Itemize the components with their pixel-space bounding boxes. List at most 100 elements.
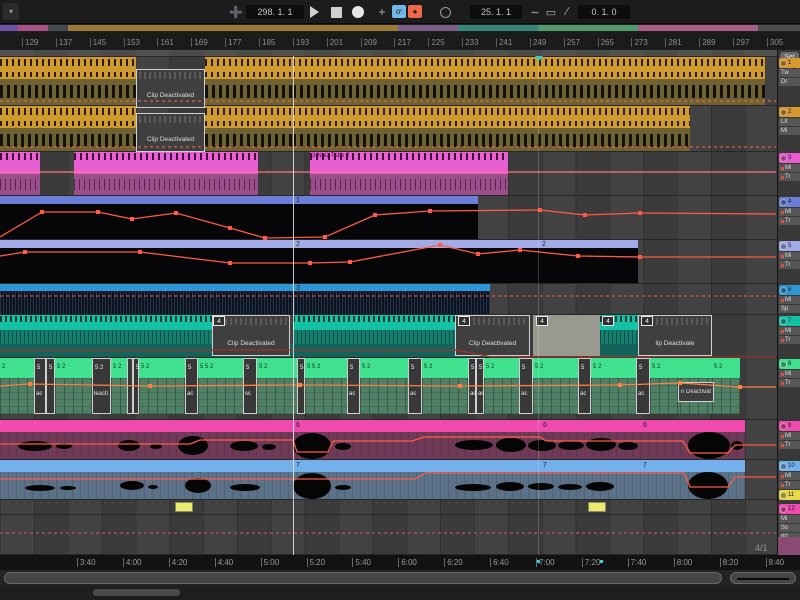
automation-lane-selector[interactable]: Tr: [779, 441, 800, 449]
add-locator-icon[interactable]: +: [376, 4, 388, 20]
clip[interactable]: 5 2: [650, 358, 680, 414]
clip[interactable]: [0, 291, 490, 315]
clip[interactable]: [0, 472, 745, 500]
track-header[interactable]: 2: [779, 107, 800, 117]
track-fold-icon[interactable]: [780, 318, 787, 325]
draw-mode-icon[interactable]: ∼: [528, 4, 542, 20]
clip[interactable]: [293, 106, 690, 128]
deactivated-clip[interactable]: n Deactivat: [678, 382, 714, 402]
loop-start-display[interactable]: 25. 1. 1: [470, 5, 522, 19]
clip[interactable]: [0, 420, 540, 432]
clip[interactable]: 5 2: [111, 358, 127, 414]
clip[interactable]: 5ac: [185, 358, 198, 414]
automation-lane-selector[interactable]: Tr: [779, 379, 800, 387]
clip[interactable]: 5 2: [139, 358, 185, 414]
clip[interactable]: 5: [297, 358, 305, 414]
clip[interactable]: [0, 79, 136, 106]
clip[interactable]: [0, 460, 540, 472]
clip[interactable]: [0, 284, 490, 291]
automation-lane-selector[interactable]: Tw: [779, 69, 800, 77]
track-header[interactable]: 4: [779, 197, 800, 207]
clip[interactable]: [0, 330, 212, 344]
automation-lane-selector[interactable]: Mi: [779, 127, 800, 135]
track-header[interactable]: 9: [779, 421, 800, 431]
automation-lane-selector[interactable]: Tr: [779, 173, 800, 181]
track-header[interactable]: 10: [779, 461, 800, 471]
clip[interactable]: [205, 57, 293, 79]
clip[interactable]: 5 2: [55, 358, 92, 414]
clip[interactable]: [0, 315, 212, 330]
play-button[interactable]: [306, 4, 322, 20]
arrangement-position-display[interactable]: 298. 1. 1: [246, 5, 304, 19]
track-header[interactable]: 11: [779, 490, 800, 500]
track-fold-icon[interactable]: [780, 492, 787, 499]
clip[interactable]: [310, 174, 508, 196]
clip[interactable]: 5ac: [347, 358, 360, 414]
mini-scrollbar[interactable]: [93, 589, 180, 596]
track-header[interactable]: 12: [779, 504, 800, 514]
clip[interactable]: [0, 152, 40, 174]
clip[interactable]: [540, 420, 640, 432]
clip[interactable]: [205, 128, 293, 152]
track-header[interactable]: 3: [779, 153, 800, 163]
track-fold-icon[interactable]: [780, 361, 787, 368]
automation-lane-selector[interactable]: Mi: [779, 296, 800, 304]
deactivated-clip[interactable]: Clip Deactivated: [136, 113, 205, 152]
clip[interactable]: 5 2: [257, 358, 297, 414]
locator-dot-icon[interactable]: [537, 560, 540, 563]
track-fold-icon[interactable]: [780, 463, 787, 470]
clip[interactable]: [640, 460, 745, 472]
scrub-area[interactable]: [0, 50, 777, 56]
clip[interactable]: [640, 420, 745, 432]
stop-button[interactable]: [328, 4, 344, 20]
time-ruler[interactable]: 4/1 3:404:004:204:405:005:205:406:006:20…: [0, 555, 800, 570]
track-fold-icon[interactable]: [780, 109, 787, 116]
clip[interactable]: [0, 57, 136, 79]
clip[interactable]: [0, 174, 40, 196]
clip[interactable]: 5 2: [484, 358, 519, 414]
automation-arm-button[interactable]: ●: [408, 5, 422, 18]
automation-lane-selector[interactable]: Tr: [779, 217, 800, 225]
clip[interactable]: 5ac: [636, 358, 650, 414]
track-header[interactable]: 1: [779, 58, 800, 68]
clip-number-box[interactable]: 4: [458, 316, 470, 326]
automation-lane-selector[interactable]: Mi: [779, 164, 800, 172]
track-fold-icon[interactable]: [780, 423, 787, 430]
track-header[interactable]: 6: [779, 285, 800, 295]
panel-chevron-icon[interactable]: ▾: [3, 3, 19, 20]
automation-lane-selector[interactable]: Mi: [779, 515, 800, 523]
track-fold-icon[interactable]: [780, 199, 787, 206]
horizontal-scrollbar-thumb[interactable]: [4, 572, 722, 584]
clip[interactable]: 5 2: [533, 358, 578, 414]
deactivated-clip[interactable]: Clip Deactivated: [136, 69, 205, 108]
track-fold-icon[interactable]: [780, 60, 787, 67]
clip[interactable]: [293, 57, 765, 79]
automation-lane-selector[interactable]: Mi: [779, 208, 800, 216]
clip[interactable]: 5ac: [468, 358, 476, 414]
clip[interactable]: [293, 79, 765, 106]
fade-ramp-icon[interactable]: ∕: [560, 4, 574, 20]
arrangement-overview[interactable]: [0, 24, 800, 32]
clip[interactable]: 5 5 2: [198, 358, 243, 414]
automation-lane-selector[interactable]: Dr: [779, 78, 800, 86]
clip[interactable]: [205, 79, 293, 106]
clip[interactable]: 5sc: [243, 358, 257, 414]
loop-switch-icon[interactable]: ▭: [544, 4, 558, 20]
clip[interactable]: 5: [46, 358, 55, 414]
automation-lane-selector[interactable]: Mi: [779, 327, 800, 335]
automation-lane-selector[interactable]: Tr: [779, 481, 800, 489]
clip[interactable]: 5 2leacti: [92, 358, 111, 414]
locator-marker-icon[interactable]: [535, 56, 543, 61]
locator-dot-icon[interactable]: [600, 560, 603, 563]
clip-number-box[interactable]: 4: [641, 316, 653, 326]
automation-lane-selector[interactable]: Mi: [779, 252, 800, 260]
clip[interactable]: [74, 152, 258, 174]
clip[interactable]: 5ac: [476, 358, 484, 414]
clip[interactable]: [0, 106, 136, 128]
clip[interactable]: [0, 196, 478, 204]
clip[interactable]: [293, 330, 455, 344]
clip-number-box[interactable]: 4: [213, 316, 225, 326]
clip[interactable]: [540, 460, 640, 472]
track-header[interactable]: 7: [779, 316, 800, 326]
clip[interactable]: 5 2: [712, 358, 740, 414]
